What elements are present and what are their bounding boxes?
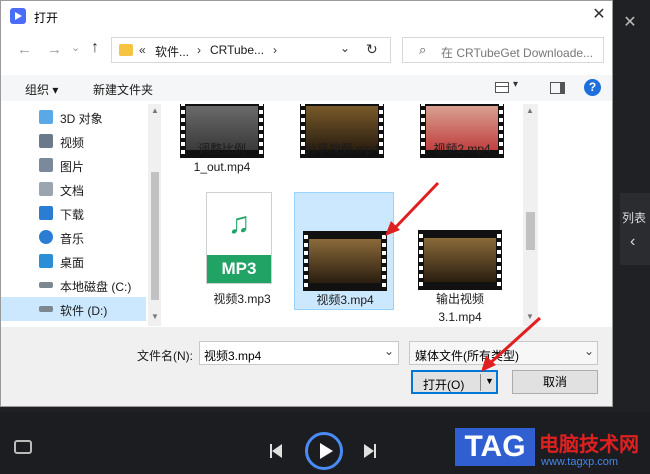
annotation-arrows <box>385 181 542 372</box>
arrow-to-open <box>486 316 542 367</box>
arrow-to-file <box>391 181 440 232</box>
